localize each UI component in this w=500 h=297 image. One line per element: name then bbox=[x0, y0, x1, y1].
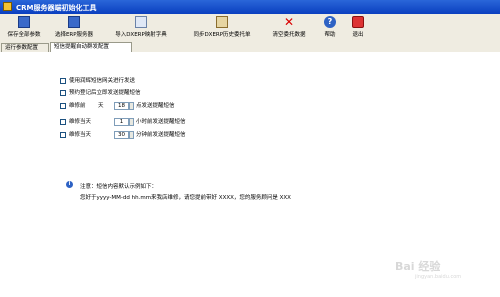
import-dictionary-button[interactable]: 导入DXERP映射字典 bbox=[104, 15, 178, 41]
same-day-minutes-input[interactable]: 30 bbox=[114, 131, 129, 139]
same-day-hours-spinner[interactable] bbox=[129, 118, 134, 126]
note-title: 注意：短信内容默认示例如下： bbox=[80, 184, 158, 190]
clear-data-button[interactable]: ✕ 清空委托数据 bbox=[266, 15, 312, 41]
days-before-spinner[interactable] bbox=[129, 102, 134, 110]
same-day-hours-checkbox[interactable] bbox=[60, 119, 66, 125]
title-bar: CRM服务器端初始化工具 bbox=[0, 0, 500, 14]
tab-sms-reminder[interactable]: 短信提醒自动群发配置 bbox=[50, 42, 132, 52]
option-days-before: 维修前 天 18 点发送提醒短信 bbox=[60, 102, 260, 110]
toolbar: 保存全部参数 选择ERP服务器 导入DXERP映射字典 同步DXERP历史委托单… bbox=[0, 14, 500, 43]
days-before-unit: 天 bbox=[98, 103, 104, 109]
note-body: 您好于yyyy-MM-dd hh.mm来我店维修，请您提前带好 XXXX，您的服… bbox=[80, 195, 291, 201]
same-day-hours-prefix: 维修当天 bbox=[69, 119, 92, 125]
option-same-day-hours: 维修当天 1 小时前发送提醒短信 bbox=[60, 118, 260, 126]
save-all-icon bbox=[18, 16, 30, 28]
days-before-prefix: 维修前 bbox=[69, 103, 86, 109]
sms-gateway-checkbox[interactable] bbox=[60, 78, 66, 84]
same-day-hours-input[interactable]: 1 bbox=[114, 118, 129, 126]
clear-data-icon: ✕ bbox=[283, 15, 295, 29]
exit-icon bbox=[352, 16, 364, 28]
tab-run-params[interactable]: 运行参数配置 bbox=[1, 43, 49, 52]
window-title: CRM服务器端初始化工具 bbox=[16, 4, 97, 12]
import-dictionary-icon bbox=[135, 16, 147, 28]
days-before-checkbox[interactable] bbox=[60, 103, 66, 109]
same-day-minutes-suffix: 分钟前发送提醒短信 bbox=[136, 132, 186, 138]
tab-panel: 使用润辉短信网关进行发送 预约登记后立即发送提醒短信 维修前 天 18 点发送提… bbox=[0, 52, 500, 297]
same-day-minutes-prefix: 维修当天 bbox=[69, 132, 92, 138]
watermark: Bai 经验 jingyan.baidu.com bbox=[395, 260, 462, 280]
days-before-hour-input[interactable]: 18 bbox=[114, 102, 129, 110]
days-before-suffix: 点发送提醒短信 bbox=[136, 103, 175, 109]
help-button[interactable]: ? 帮助 bbox=[318, 15, 342, 41]
same-day-minutes-checkbox[interactable] bbox=[60, 132, 66, 138]
app-window: CRM服务器端初始化工具 保存全部参数 选择ERP服务器 导入DXERP映射字典… bbox=[0, 0, 500, 297]
save-all-button[interactable]: 保存全部参数 bbox=[2, 15, 46, 41]
same-day-minutes-spinner[interactable] bbox=[129, 131, 134, 139]
exit-button[interactable]: 退出 bbox=[346, 15, 370, 41]
info-icon: i bbox=[66, 181, 73, 188]
same-day-hours-suffix: 小时前发送提醒短信 bbox=[136, 119, 186, 125]
option-same-day-minutes: 维修当天 30 分钟前发送提醒短信 bbox=[60, 131, 260, 139]
option-send-after-register: 预约登记后立即发送提醒短信 bbox=[60, 89, 260, 97]
app-icon bbox=[3, 2, 12, 11]
tab-strip: 运行参数配置 短信提醒自动群发配置 bbox=[0, 42, 500, 52]
option-sms-gateway: 使用润辉短信网关进行发送 bbox=[60, 77, 260, 85]
send-after-register-checkbox[interactable] bbox=[60, 90, 66, 96]
sync-orders-icon bbox=[216, 16, 228, 28]
select-erp-server-button[interactable]: 选择ERP服务器 bbox=[48, 15, 100, 41]
sync-history-orders-button[interactable]: 同步DXERP历史委托单 bbox=[180, 15, 264, 41]
help-icon: ? bbox=[324, 16, 336, 28]
server-select-icon bbox=[68, 16, 80, 28]
